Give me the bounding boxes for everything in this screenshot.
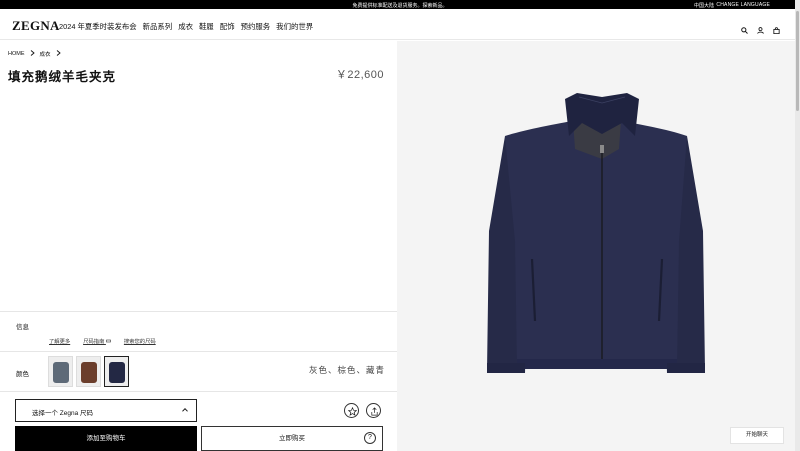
swatch-brown[interactable] <box>76 356 101 387</box>
change-language-link[interactable]: CHANGE LANGUAGE <box>716 2 770 8</box>
brand-logo[interactable]: ZEGNA <box>12 18 60 34</box>
color-swatches <box>48 356 129 387</box>
chevron-right-icon <box>30 50 35 58</box>
nav-item-appointment[interactable]: 预约服务 <box>241 21 271 32</box>
breadcrumb-home[interactable]: HOME <box>8 51 25 57</box>
scrollbar-thumb[interactable] <box>796 11 799 111</box>
site-header: ZEGNA 2024 年夏季时装发布会 新品系列 成衣 鞋履 配饰 预约服务 我… <box>0 9 795 40</box>
ruler-icon <box>106 339 111 343</box>
announcement-message[interactable]: 免费提供标准配送及退货服务。探索新品。 <box>0 2 800 9</box>
divider <box>0 391 397 392</box>
header-icons <box>741 21 780 35</box>
main-nav: 2024 年夏季时装发布会 新品系列 成衣 鞋履 配饰 预约服务 我们的世界 <box>59 21 313 32</box>
info-label: 信息 <box>16 324 29 331</box>
wishlist-button[interactable] <box>344 403 359 418</box>
nav-item-accessories[interactable]: 配饰 <box>220 21 235 32</box>
swatch-brown-jacket-thumb <box>81 362 97 383</box>
swatch-navy[interactable] <box>104 356 129 387</box>
learn-more-link[interactable]: 了解更多 <box>49 337 70 345</box>
size-select-placeholder: 选择一个 Zegna 尺码 <box>32 410 94 417</box>
buy-now-button[interactable]: 立即购买 ? <box>201 426 383 451</box>
find-your-size-link[interactable]: 搜索您的尺码 <box>124 337 156 345</box>
color-names: 灰色、棕色、藏青 <box>308 365 385 375</box>
swatch-grey-jacket-thumb <box>53 362 69 383</box>
color-label: 颜色 <box>16 371 29 378</box>
share-icon <box>371 407 378 416</box>
size-select[interactable]: 选择一个 Zegna 尺码 <box>15 399 197 422</box>
size-guide-link[interactable]: 尺码指南 <box>83 337 111 345</box>
region-selector[interactable]: 中国大陆 <box>694 2 714 9</box>
divider <box>0 351 397 352</box>
swatch-grey[interactable] <box>48 356 73 387</box>
buy-now-label: 立即购买 <box>279 435 305 442</box>
star-icon <box>348 407 357 416</box>
breadcrumb: HOME 成衣 <box>8 50 61 58</box>
product-details-panel: HOME 成衣 填充鹅绒羊毛夹克 ￥22,600 信息 了解更多 尺码指南 搜索… <box>0 41 397 451</box>
divider <box>0 311 397 312</box>
nav-item-summer-show[interactable]: 2024 年夏季时装发布会 <box>59 21 137 32</box>
announcement-bar: 免费提供标准配送及退货服务。探索新品。 中国大陆 CHANGE LANGUAGE <box>0 0 800 9</box>
breadcrumb-ready-to-wear[interactable]: 成衣 <box>40 50 51 58</box>
account-icon[interactable] <box>757 21 764 34</box>
nav-item-new-arrivals[interactable]: 新品系列 <box>143 21 173 32</box>
search-icon[interactable] <box>741 21 748 34</box>
help-icon[interactable]: ? <box>364 432 376 444</box>
swatch-navy-jacket-thumb <box>109 362 125 383</box>
share-button[interactable] <box>366 403 381 418</box>
nav-item-our-world[interactable]: 我们的世界 <box>276 21 313 32</box>
bag-icon[interactable] <box>773 21 780 35</box>
info-links: 了解更多 尺码指南 搜索您的尺码 <box>49 337 156 345</box>
chevron-right-icon <box>56 50 61 58</box>
product-image-panel <box>397 41 795 451</box>
product-title: 填充鹅绒羊毛夹克 <box>8 70 117 84</box>
page-scrollbar[interactable] <box>795 0 800 451</box>
nav-item-shoes[interactable]: 鞋履 <box>199 21 214 32</box>
jacket-image[interactable] <box>397 41 795 451</box>
chevron-up-icon <box>182 407 188 413</box>
start-chat-button[interactable]: 开始聊天 <box>730 427 784 444</box>
add-to-cart-button[interactable]: 添加至购物车 <box>15 426 197 451</box>
nav-item-ready-to-wear[interactable]: 成衣 <box>178 21 193 32</box>
product-price: ￥22,600 <box>335 69 384 81</box>
